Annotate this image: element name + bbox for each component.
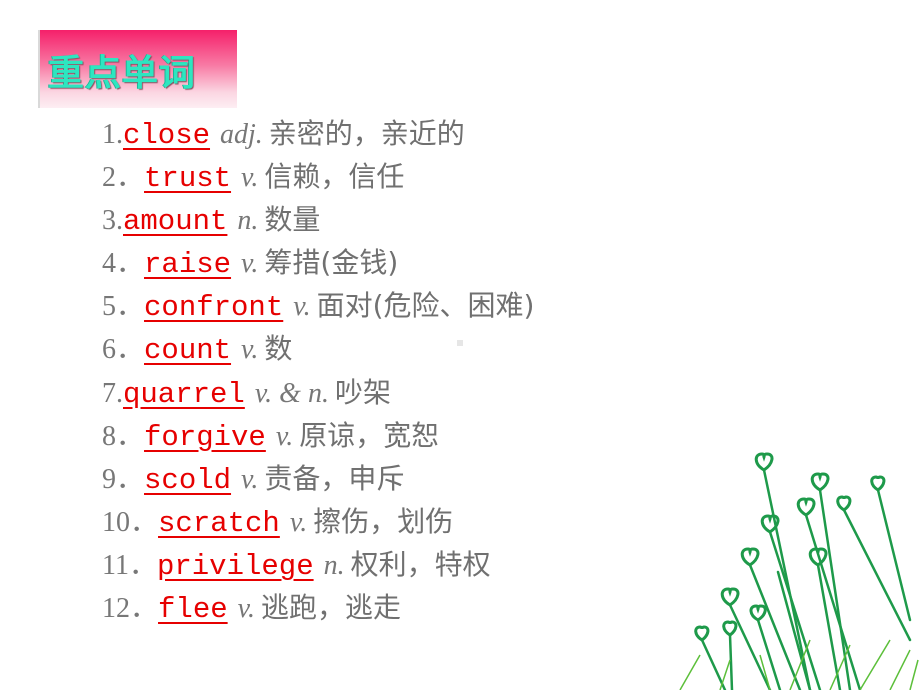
title-banner: 重点单词: [38, 30, 237, 108]
vocab-word: scratch: [158, 506, 280, 540]
list-item: 9． scold v. 责备，申斥: [102, 457, 534, 500]
part-of-speech: adj.: [220, 119, 263, 150]
vocab-word: forgive: [144, 420, 266, 454]
part-of-speech: v. & n.: [254, 377, 329, 409]
definition: 数: [264, 332, 293, 366]
item-number: 4．: [102, 248, 145, 280]
list-item: 1. close adj. 亲密的，亲近的: [102, 112, 534, 155]
vocab-word: close: [123, 119, 211, 152]
list-item: 7. quarrel v. & n. 吵架: [102, 371, 534, 414]
definition: 逃跑，逃走: [261, 591, 402, 625]
heart-flowers-decoration: [679, 452, 919, 690]
part-of-speech: v.: [241, 162, 259, 194]
list-item: 3. amount n. 数量: [102, 198, 534, 241]
definition: 面对(危险、困难): [316, 289, 535, 323]
definition: 权利，特权: [350, 547, 491, 581]
definition: 筹措(金钱): [264, 246, 399, 280]
part-of-speech: n.: [323, 549, 345, 581]
item-number: 7.: [102, 377, 123, 409]
placeholder-dot: [457, 340, 463, 346]
vocab-word: raise: [144, 248, 232, 282]
item-number: 9．: [102, 463, 145, 495]
list-item: 6． count v. 数: [102, 327, 534, 370]
item-number: 12．: [102, 593, 159, 625]
part-of-speech: n.: [237, 205, 259, 237]
page-title: 重点单词: [48, 53, 197, 94]
part-of-speech: v.: [241, 463, 259, 495]
list-item: 8． forgive v. 原谅，宽恕: [102, 414, 534, 457]
list-item: 2． trust v. 信赖，信任: [102, 155, 534, 198]
part-of-speech: v.: [289, 506, 308, 538]
vocab-word: trust: [144, 162, 232, 196]
part-of-speech: v.: [241, 248, 259, 280]
list-item: 4． raise v. 筹措(金钱): [102, 241, 534, 284]
item-number: 8．: [102, 420, 145, 452]
part-of-speech: v.: [241, 334, 259, 366]
item-number: 3.: [102, 205, 123, 237]
vocab-word: amount: [123, 205, 228, 239]
definition: 数量: [264, 203, 321, 237]
list-item: 10． scratch v. 擦伤，划伤: [102, 500, 534, 543]
item-number: 10．: [102, 506, 159, 538]
definition: 亲密的，亲近的: [268, 117, 465, 150]
vocab-list: 1. close adj. 亲密的，亲近的 2． trust v. 信赖，信任 3. amou…: [102, 112, 534, 629]
vocab-word: count: [144, 334, 232, 368]
definition: 擦伤，划伤: [313, 504, 454, 538]
list-item: 5． confront v. 面对(危险、困难): [102, 284, 534, 327]
item-number: 2．: [102, 162, 145, 194]
definition: 责备，申斥: [264, 461, 405, 495]
vocab-word: flee: [158, 593, 228, 627]
list-item: 12． flee v. 逃跑，逃走: [102, 586, 534, 629]
vocab-word: privilege: [156, 549, 314, 583]
part-of-speech: v.: [237, 593, 255, 625]
item-number: 6．: [102, 334, 145, 366]
vocab-word: quarrel: [123, 377, 245, 411]
definition: 信赖，信任: [264, 160, 405, 194]
item-number: 1.: [102, 119, 123, 150]
part-of-speech: v.: [275, 420, 294, 452]
definition: 吵架: [334, 375, 391, 409]
vocab-word: scold: [144, 463, 232, 497]
definition: 原谅，宽恕: [299, 418, 440, 452]
list-item: 11． privilege n. 权利，特权: [102, 543, 534, 586]
part-of-speech: v.: [293, 291, 311, 323]
item-number: 11．: [102, 549, 157, 581]
item-number: 5．: [102, 291, 145, 323]
vocab-word: confront: [144, 291, 284, 325]
